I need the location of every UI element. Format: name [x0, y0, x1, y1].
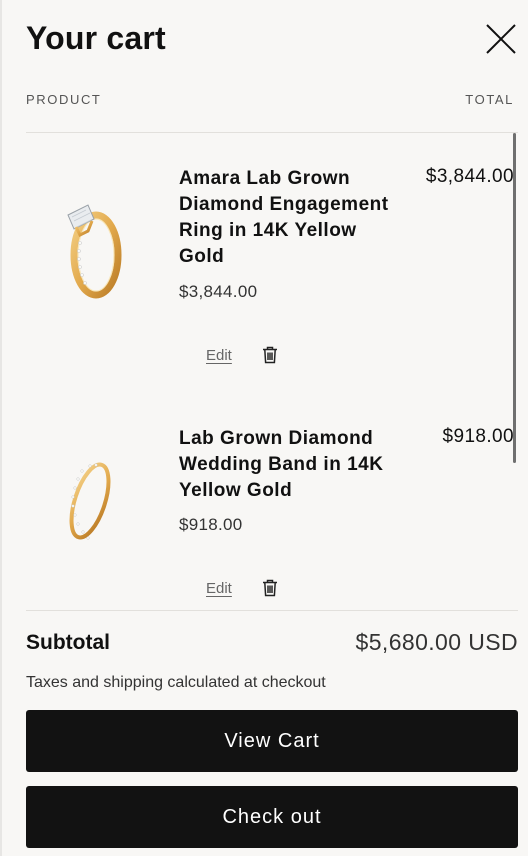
- item-name[interactable]: Amara Lab Grown Diamond Engagement Ring …: [179, 166, 394, 270]
- item-line-total: $3,844.00: [425, 166, 514, 187]
- tax-shipping-note: Taxes and shipping calculated at checkou…: [26, 674, 326, 691]
- cart-drawer: Your cart PRODUCT TOTAL Amara Lab Grown …: [0, 0, 528, 856]
- subtotal-value: $5,680.00 USD: [355, 629, 518, 655]
- close-button[interactable]: [482, 20, 520, 58]
- subtotal-label: Subtotal: [26, 631, 110, 654]
- item-line-total: $918.00: [442, 426, 514, 447]
- trash-icon[interactable]: [262, 346, 278, 364]
- cart-title: Your cart: [26, 20, 166, 56]
- scrollbar-thumb[interactable]: [513, 133, 516, 463]
- item-unit-price: $918.00: [179, 515, 243, 534]
- edit-item-link[interactable]: Edit: [206, 347, 232, 364]
- checkout-button[interactable]: Check out: [26, 786, 518, 848]
- ring-with-oval-diamond-image: [67, 204, 122, 299]
- close-icon: [486, 24, 516, 54]
- column-header-product: PRODUCT: [26, 92, 102, 107]
- edit-item-link[interactable]: Edit: [206, 580, 232, 597]
- footer-divider: [26, 610, 518, 611]
- column-header-total: TOTAL: [465, 92, 514, 107]
- pave-wedding-band-image: [69, 462, 111, 540]
- item-name[interactable]: Lab Grown Diamond Wedding Band in 14K Ye…: [179, 426, 394, 504]
- cart-items-list[interactable]: Amara Lab Grown Diamond Engagement Ring …: [0, 133, 528, 610]
- trash-icon[interactable]: [262, 579, 278, 597]
- item-unit-price: $3,844.00: [179, 282, 258, 301]
- view-cart-button[interactable]: View Cart: [26, 710, 518, 772]
